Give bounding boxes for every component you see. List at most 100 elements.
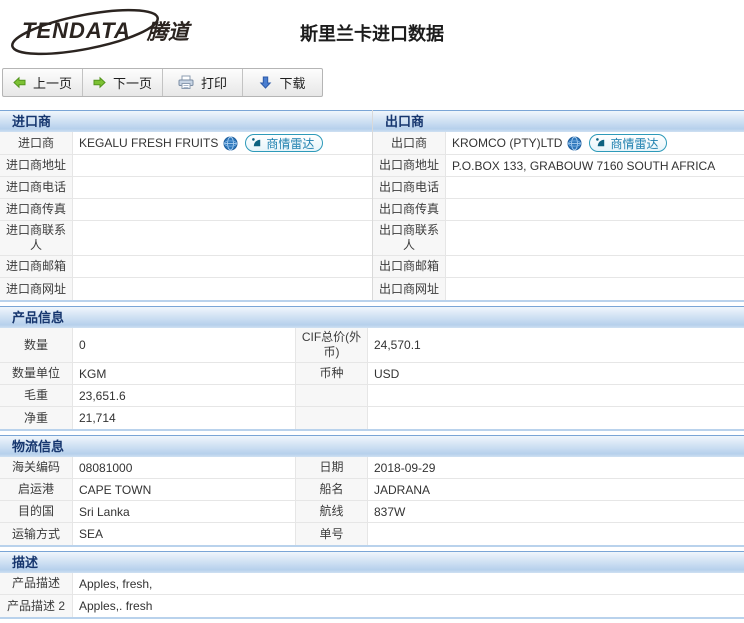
field-value: KGM bbox=[79, 366, 107, 381]
print-button[interactable]: 打印 bbox=[163, 69, 243, 96]
description-section-header: 描述 bbox=[0, 551, 744, 573]
field-value bbox=[446, 256, 744, 277]
detail-content: 进口商 进口商 KEGALU FRESH FRUITS 商情雷达 进口商地址 进… bbox=[0, 110, 744, 619]
field-value: 08081000 bbox=[79, 460, 133, 475]
field-label: 进口商传真 bbox=[0, 199, 73, 220]
page-title: 斯里兰卡进口数据 bbox=[300, 24, 444, 44]
field-label: 出口商邮箱 bbox=[373, 256, 446, 277]
next-page-button[interactable]: 下一页 bbox=[83, 69, 163, 96]
page-header: TENDATA 腾道 斯里兰卡进口数据 bbox=[0, 0, 744, 60]
field-value bbox=[368, 523, 744, 545]
table-row: 海关编码 08081000 日期 2018-09-29 bbox=[0, 457, 744, 479]
exporter-panel: 出口商 出口商 KROMCO (PTY)LTD 商情雷达 出口商地址 P.O.B… bbox=[372, 110, 744, 300]
field-label: 出口商网址 bbox=[373, 278, 446, 300]
table-row: 净重 21,714 bbox=[0, 407, 744, 429]
description-section: 描述 产品描述 Apples, fresh, 产品描述 2 Apples,. f… bbox=[0, 551, 744, 619]
table-row: 数量 0 CIF总价(外币) 24,570.1 bbox=[0, 328, 744, 363]
radar-button-label: 商情雷达 bbox=[610, 136, 659, 151]
radar-button[interactable]: 商情雷达 bbox=[589, 134, 668, 152]
next-page-label: 下一页 bbox=[112, 76, 152, 91]
table-row: 目的国 Sri Lanka 航线 837W bbox=[0, 501, 744, 523]
field-value: SEA bbox=[79, 527, 104, 541]
importer-section-header: 进口商 bbox=[0, 110, 372, 132]
field-value bbox=[73, 278, 372, 300]
field-label: 币种 bbox=[295, 363, 368, 384]
download-label: 下载 bbox=[279, 76, 306, 91]
radar-icon bbox=[252, 138, 261, 147]
field-label: 航线 bbox=[295, 501, 368, 522]
field-label: 净重 bbox=[0, 407, 73, 429]
field-value: 0 bbox=[79, 338, 86, 352]
table-row: 数量单位 KGM 币种 USD bbox=[0, 363, 744, 385]
field-value: JADRANA bbox=[374, 482, 431, 497]
field-label bbox=[295, 385, 368, 406]
table-row: 进口商联系人 bbox=[0, 221, 372, 256]
field-label bbox=[295, 407, 368, 429]
table-row: 出口商地址 P.O.BOX 133, GRABOUW 7160 SOUTH AF… bbox=[373, 155, 744, 177]
table-row: 进口商 KEGALU FRESH FRUITS 商情雷达 bbox=[0, 132, 372, 155]
field-label: 出口商联系人 bbox=[373, 221, 446, 255]
field-label: 出口商传真 bbox=[373, 199, 446, 220]
field-label: 进口商地址 bbox=[0, 155, 73, 176]
globe-icon[interactable] bbox=[567, 136, 582, 151]
table-row: 产品描述 2 Apples,. fresh bbox=[0, 595, 744, 617]
field-value: 23,651.6 bbox=[79, 388, 126, 403]
arrow-down-icon bbox=[260, 76, 272, 89]
logistics-section-header: 物流信息 bbox=[0, 435, 744, 457]
field-value: P.O.BOX 133, GRABOUW 7160 SOUTH AFRICA bbox=[452, 158, 716, 173]
print-label: 打印 bbox=[200, 76, 227, 91]
table-row: 出口商邮箱 bbox=[373, 256, 744, 278]
field-label: 目的国 bbox=[0, 501, 73, 522]
product-section-header: 产品信息 bbox=[0, 306, 744, 328]
table-row: 出口商联系人 bbox=[373, 221, 744, 256]
field-label: 启运港 bbox=[0, 479, 73, 500]
table-row: 出口商电话 bbox=[373, 177, 744, 199]
field-label: 出口商 bbox=[373, 132, 446, 154]
importer-panel: 进口商 进口商 KEGALU FRESH FRUITS 商情雷达 进口商地址 进… bbox=[0, 110, 372, 300]
field-value bbox=[73, 199, 372, 220]
field-label: 出口商电话 bbox=[373, 177, 446, 198]
field-label: 数量 bbox=[0, 328, 73, 362]
radar-button[interactable]: 商情雷达 bbox=[245, 134, 324, 152]
company-section: 进口商 进口商 KEGALU FRESH FRUITS 商情雷达 进口商地址 进… bbox=[0, 110, 744, 302]
pager-toolbar: 上一页 下一页 打印 下载 bbox=[2, 68, 323, 97]
field-value bbox=[446, 199, 744, 220]
field-value bbox=[368, 407, 744, 429]
table-row: 出口商网址 bbox=[373, 278, 744, 300]
field-value bbox=[446, 221, 744, 255]
field-value: KROMCO (PTY)LTD 商情雷达 bbox=[446, 132, 744, 154]
table-row: 出口商传真 bbox=[373, 199, 744, 221]
field-label: 海关编码 bbox=[0, 457, 73, 478]
field-label: 运输方式 bbox=[0, 523, 73, 545]
table-row: 进口商邮箱 bbox=[0, 256, 372, 278]
table-row: 进口商网址 bbox=[0, 278, 372, 300]
logistics-section: 物流信息 海关编码 08081000 日期 2018-09-29 启运港 CAP… bbox=[0, 435, 744, 547]
field-label: 进口商 bbox=[0, 132, 73, 154]
table-row: 出口商 KROMCO (PTY)LTD 商情雷达 bbox=[373, 132, 744, 155]
field-value bbox=[446, 278, 744, 300]
radar-icon bbox=[596, 138, 605, 147]
field-value bbox=[73, 256, 372, 277]
field-label: 进口商邮箱 bbox=[0, 256, 73, 277]
table-row: 进口商地址 bbox=[0, 155, 372, 177]
field-label: 单号 bbox=[295, 523, 368, 545]
table-row: 启运港 CAPE TOWN 船名 JADRANA bbox=[0, 479, 744, 501]
table-row: 进口商传真 bbox=[0, 199, 372, 221]
globe-icon[interactable] bbox=[223, 136, 238, 151]
field-value: CAPE TOWN bbox=[79, 482, 152, 497]
field-value bbox=[368, 385, 744, 406]
field-label: 毛重 bbox=[0, 385, 73, 406]
field-value bbox=[73, 155, 372, 176]
field-value: 24,570.1 bbox=[374, 338, 421, 352]
product-section: 产品信息 数量 0 CIF总价(外币) 24,570.1 数量单位 KGM 币种… bbox=[0, 306, 744, 431]
field-value: 837W bbox=[374, 504, 406, 519]
field-value: Apples, fresh, bbox=[79, 576, 153, 591]
field-value: Apples,. fresh bbox=[79, 599, 153, 613]
table-row: 产品描述 Apples, fresh, bbox=[0, 573, 744, 595]
prev-page-label: 上一页 bbox=[32, 76, 72, 91]
field-value bbox=[73, 177, 372, 198]
download-button[interactable]: 下载 bbox=[243, 69, 322, 96]
prev-page-button[interactable]: 上一页 bbox=[3, 69, 83, 96]
arrow-left-icon bbox=[13, 76, 26, 89]
field-label: 数量单位 bbox=[0, 363, 73, 384]
